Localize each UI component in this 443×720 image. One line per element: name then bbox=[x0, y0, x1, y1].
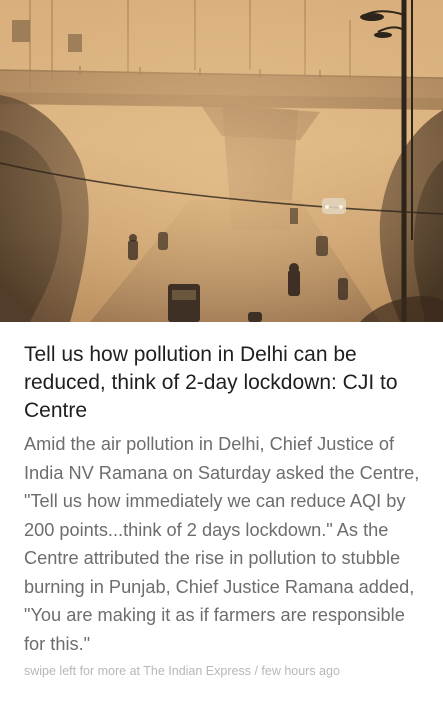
published-time: few hours ago bbox=[261, 664, 340, 678]
news-card[interactable]: Tell us how pollution in Delhi can be re… bbox=[0, 322, 443, 720]
hero-image bbox=[0, 0, 443, 322]
article-body: Amid the air pollution in Delhi, Chief J… bbox=[24, 434, 420, 654]
smog-flyover-illustration bbox=[0, 0, 443, 322]
swipe-hint-text: swipe left for more at bbox=[24, 664, 144, 678]
footer-separator: / bbox=[250, 664, 262, 678]
article-footer[interactable]: swipe left for more at The Indian Expres… bbox=[24, 663, 424, 679]
source-link[interactable]: The Indian Express bbox=[143, 664, 251, 678]
article-headline[interactable]: Tell us how pollution in Delhi can be re… bbox=[24, 341, 424, 425]
